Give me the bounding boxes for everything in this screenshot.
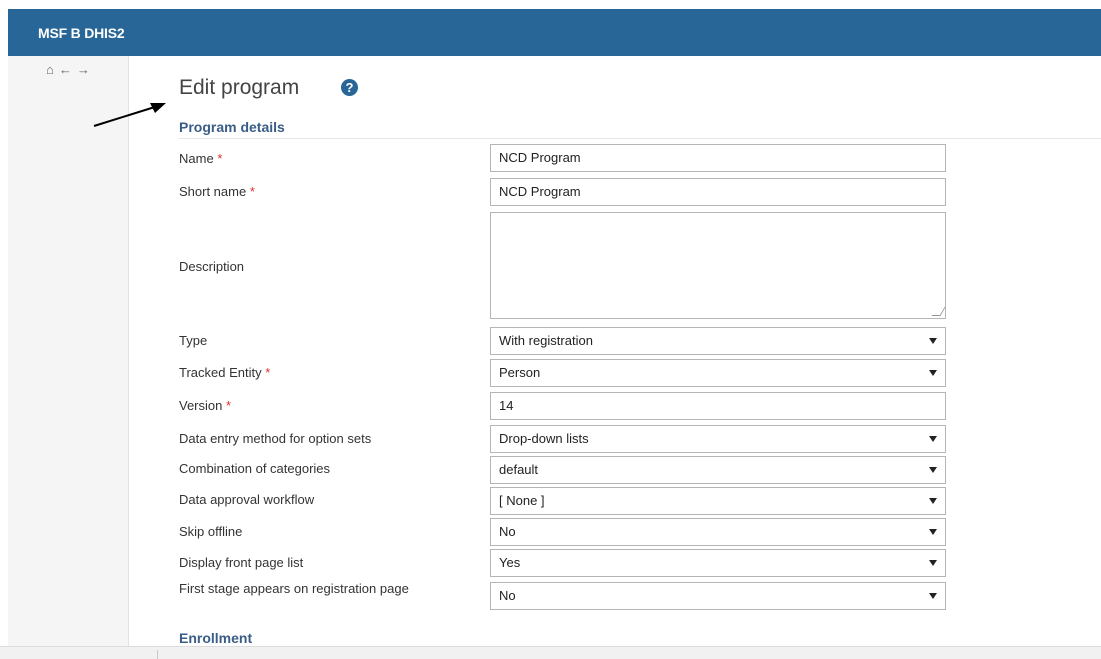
chevron-down-icon <box>929 467 937 473</box>
tracked-entity-label: Tracked Entity * <box>179 365 271 380</box>
chevron-down-icon <box>929 593 937 599</box>
type-label: Type <box>179 333 208 348</box>
first-stage-registration-label: First stage appears on registration page <box>179 581 409 596</box>
category-combo-label: Combination of categories <box>179 461 331 476</box>
skip-offline-label: Skip offline <box>179 524 243 539</box>
resize-handle-icon[interactable] <box>931 307 946 316</box>
chevron-down-icon <box>929 560 937 566</box>
tracked-entity-select[interactable]: Person <box>490 359 946 387</box>
name-input[interactable]: NCD Program <box>490 144 946 172</box>
chevron-down-icon <box>929 436 937 442</box>
horizontal-scrollbar[interactable] <box>0 646 1101 659</box>
first-stage-registration-select[interactable]: No <box>490 582 946 610</box>
skip-offline-select[interactable]: No <box>490 518 946 546</box>
version-input[interactable]: 14 <box>490 392 946 420</box>
category-combo-select[interactable]: default <box>490 456 946 484</box>
type-select[interactable]: With registration <box>490 327 946 355</box>
short-name-label: Short name * <box>179 184 255 199</box>
approval-workflow-select[interactable]: [ None ] <box>490 487 946 515</box>
help-circle-icon[interactable]: ? <box>341 79 358 96</box>
chevron-down-icon <box>929 370 937 376</box>
chevron-down-icon <box>929 498 937 504</box>
short-name-input[interactable]: NCD Program <box>490 178 946 206</box>
display-front-page-label: Display front page list <box>179 555 304 570</box>
data-entry-method-select[interactable]: Drop-down lists <box>490 425 946 453</box>
chevron-down-icon <box>929 529 937 535</box>
description-textarea[interactable] <box>490 212 946 319</box>
display-front-page-select[interactable]: Yes <box>490 549 946 577</box>
approval-workflow-label: Data approval workflow <box>179 492 315 507</box>
section-divider <box>179 138 1101 139</box>
name-label: Name * <box>179 151 223 166</box>
data-entry-method-label: Data entry method for option sets <box>179 431 372 446</box>
description-label: Description <box>179 259 245 274</box>
section-enrollment: Enrollment <box>179 630 253 646</box>
chevron-down-icon <box>929 338 937 344</box>
section-program-details: Program details <box>179 119 285 135</box>
page-title: Edit program <box>179 76 300 99</box>
version-label: Version * <box>179 398 232 413</box>
